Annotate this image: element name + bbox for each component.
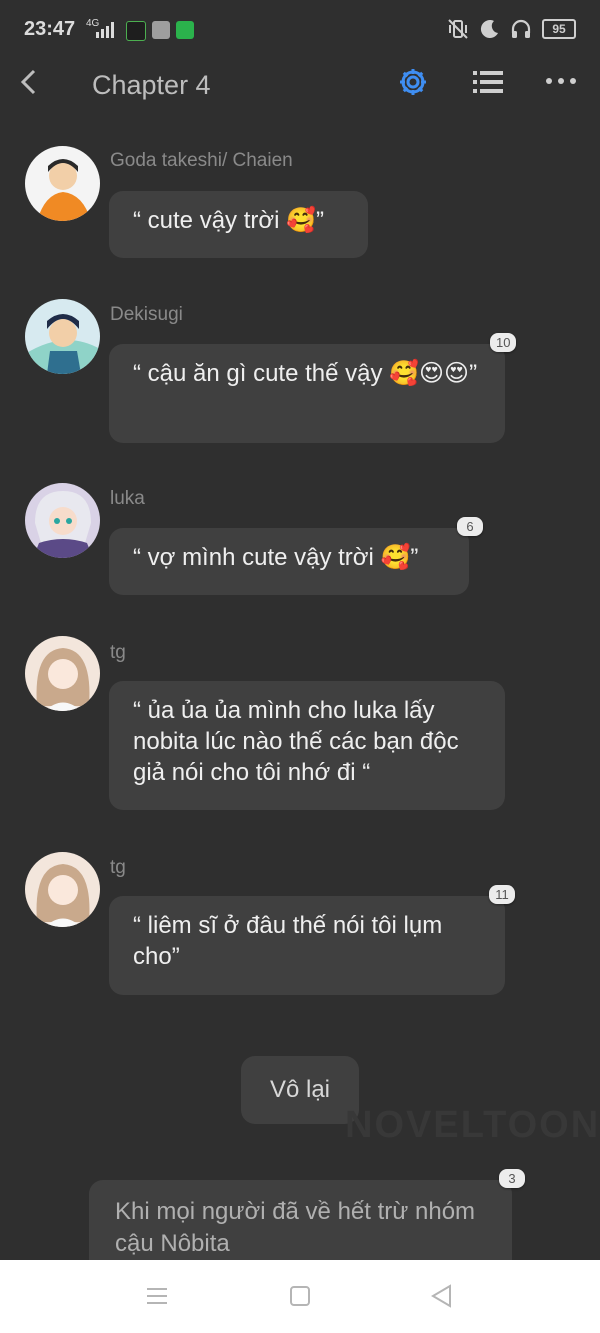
clock: 23:47 bbox=[24, 18, 76, 40]
sender-name: tg bbox=[110, 857, 126, 878]
comment-count-badge[interactable]: 10 bbox=[490, 333, 517, 352]
comment-count-badge[interactable]: 11 bbox=[489, 885, 515, 904]
avatar[interactable] bbox=[25, 483, 100, 558]
status-bar: 23:47 4G 95 bbox=[0, 0, 600, 60]
center-message-bubble[interactable]: Vô lại bbox=[241, 1056, 359, 1124]
app-notification-icon bbox=[126, 21, 146, 41]
home-icon[interactable] bbox=[286, 1282, 314, 1310]
avatar[interactable] bbox=[25, 299, 100, 374]
top-app-bar: Chapter 4 bbox=[0, 60, 600, 120]
moon-icon bbox=[480, 20, 498, 39]
storage-notification-icon bbox=[152, 21, 170, 39]
sender-name: Goda takeshi/ Chaien bbox=[110, 150, 293, 171]
vibrate-icon bbox=[448, 19, 468, 39]
back-arrow-icon[interactable] bbox=[16, 68, 44, 96]
comment-count-badge[interactable]: 3 bbox=[499, 1169, 525, 1188]
noveltoon-watermark: NOVELTOON bbox=[345, 1104, 600, 1146]
message-bubble[interactable]: “ ủa ủa ủa mình cho luka lấy nobita lúc … bbox=[109, 681, 505, 810]
system-navigation-bar bbox=[0, 1260, 600, 1333]
back-icon[interactable] bbox=[428, 1282, 456, 1310]
comment-count-badge[interactable]: 6 bbox=[457, 517, 483, 536]
avatar[interactable] bbox=[25, 636, 100, 711]
menu-icon[interactable] bbox=[143, 1282, 171, 1310]
gear-icon[interactable] bbox=[397, 66, 429, 98]
sender-name: tg bbox=[110, 642, 126, 663]
chapter-title: Chapter 4 bbox=[92, 70, 211, 100]
sender-name: luka bbox=[110, 488, 145, 509]
battery-indicator: 95 bbox=[542, 19, 576, 39]
avatar[interactable] bbox=[25, 146, 100, 221]
security-notification-icon bbox=[176, 21, 194, 39]
message-bubble[interactable]: “ cậu ăn gì cute thế vậy 🥰😍😍” bbox=[109, 344, 505, 443]
message-bubble[interactable]: “ cute vậy trời 🥰” bbox=[109, 191, 368, 258]
headphones-icon bbox=[511, 19, 531, 38]
more-options-icon[interactable] bbox=[545, 76, 577, 86]
message-bubble[interactable]: “ vợ mình cute vậy trời 🥰” bbox=[109, 528, 469, 595]
avatar[interactable] bbox=[25, 852, 100, 927]
sender-name: Dekisugi bbox=[110, 304, 183, 325]
message-bubble[interactable]: “ liêm sĩ ở đâu thế nói tôi lụm cho” bbox=[109, 896, 505, 995]
signal-icon bbox=[96, 22, 114, 38]
chapter-list-icon[interactable] bbox=[473, 68, 503, 96]
